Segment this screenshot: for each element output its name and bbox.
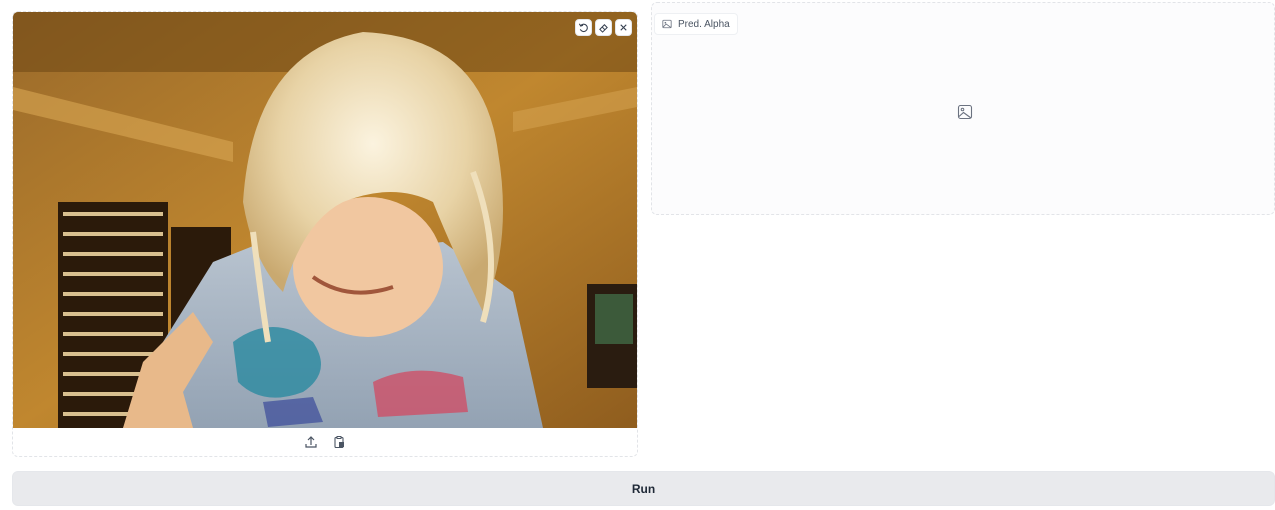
output-label: Pred. Alpha [654,13,738,35]
input-image-panel[interactable] [12,11,638,457]
upload-button[interactable] [301,432,321,452]
input-photo [13,12,637,428]
image-toolbar [13,428,637,456]
undo-button[interactable] [575,19,592,36]
undo-icon [578,23,588,33]
close-icon [620,24,627,31]
output-label-text: Pred. Alpha [678,18,730,30]
paste-clipboard-button[interactable] [329,432,349,452]
image-icon [662,19,672,29]
run-button[interactable]: Run [12,471,1275,506]
close-button[interactable] [615,19,632,36]
image-placeholder-icon [957,104,973,120]
output-image-panel: Pred. Alpha [651,2,1275,215]
clipboard-icon [334,436,344,449]
erase-button[interactable] [595,19,612,36]
upload-icon [305,436,317,448]
eraser-icon [599,24,608,33]
